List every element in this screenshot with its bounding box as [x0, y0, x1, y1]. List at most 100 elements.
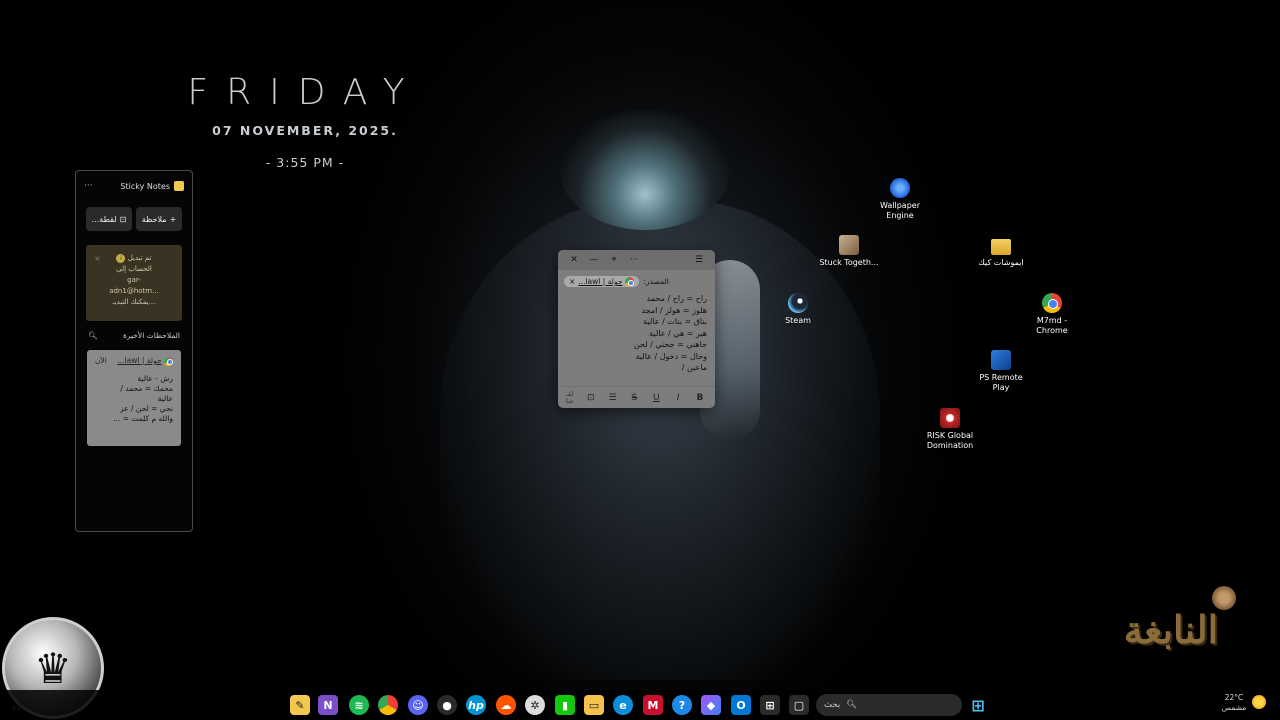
account-switch-alert: × i تم تبديل الحساب إلى gar- adn1@hotm..… [86, 245, 182, 321]
brand-mascot-icon [1212, 586, 1236, 610]
note-card-header: جولة | lawl... الآن [95, 356, 173, 366]
weather-desc: مشمس [1221, 703, 1247, 712]
onenote-icon[interactable]: N [318, 695, 338, 715]
note-text-area[interactable]: راح = راح / محمد هلوز = هولز / امجد بناق… [558, 289, 715, 374]
capture-button[interactable]: ⊡ لقطة... [86, 207, 132, 231]
note-line: والله م كلمت = ... [113, 414, 173, 423]
chrome-icon[interactable] [378, 695, 398, 715]
alert-line: تم تبديل [127, 254, 152, 262]
ps-remote-play-icon [991, 350, 1011, 370]
source-chip-text: جولة | lawl... [578, 277, 623, 286]
info-icon: i [116, 253, 126, 263]
desktop-icon-risk[interactable]: RISK Global Domination [920, 408, 980, 450]
desktop-icon-folder[interactable]: ايموشات كيك [971, 235, 1031, 268]
note-titlebar[interactable]: ✕ — ⌖ ··· ☰ [558, 250, 715, 270]
source-chip[interactable]: جولة | lawl... × [564, 276, 640, 287]
soundcloud-icon[interactable]: ☁ [496, 695, 516, 715]
discord-icon[interactable]: ☺ [408, 695, 428, 715]
note-line: محمك = محمد / [120, 384, 173, 393]
source-label: المصدر: [643, 277, 669, 286]
bold-icon[interactable]: B [693, 393, 707, 403]
pin-icon[interactable]: ⌖ [604, 255, 624, 265]
note-line: بناق = بنات / عالية [643, 317, 707, 326]
sticky-notes-taskbar-icon[interactable]: ✎ [290, 695, 310, 715]
xbox-bar-icon[interactable]: ▮ [555, 695, 575, 715]
desktop-icon-label: M7md - Chrome [1036, 316, 1068, 335]
note-card[interactable]: جولة | lawl... الآن رش - عالية محمك = مح… [87, 350, 181, 446]
plus-icon: + [169, 214, 177, 224]
note-source-row: المصدر: جولة | lawl... × [558, 270, 715, 289]
taskbar-search[interactable]: 🔍︎ بحث [816, 694, 962, 716]
desktop-icon-label: Steam [785, 316, 811, 325]
list-icon[interactable]: ☰ [606, 393, 620, 403]
stuck-together-icon [839, 235, 859, 255]
new-note-button[interactable]: + ملاحظة [136, 207, 182, 231]
recent-notes-header: 🔍︎ الملاحظات الأخيرة [76, 321, 192, 346]
capture-label: لقطة... [91, 214, 117, 224]
chrome-icon [625, 277, 635, 286]
close-icon[interactable]: ✕ [564, 255, 584, 265]
more-options-icon[interactable]: ··· [84, 181, 98, 191]
sticky-notes-panel: ··· Sticky Notes + ملاحظة ⊡ لقطة... × i … [75, 170, 193, 532]
note-line: هلوز = هولز / امجد [641, 305, 707, 315]
taskview-icon[interactable]: ▢ [789, 695, 809, 715]
italic-icon[interactable]: I [671, 393, 685, 403]
search-icon: 🔍︎ [846, 700, 857, 710]
note-line: ماعين / [681, 363, 707, 372]
clock-time: - 3:55 PM - [265, 155, 345, 170]
file-explorer-icon[interactable]: ▭ [584, 695, 604, 715]
desktop-icon-wallpaper-engine[interactable]: Wallpaper Engine [870, 178, 930, 220]
sticky-notes-title: Sticky Notes [120, 181, 170, 191]
strikethrough-icon[interactable]: S [627, 393, 641, 403]
folder-icon [991, 239, 1011, 255]
spotify-icon[interactable]: ≋ [349, 695, 369, 715]
toolbar-overflow-text: لقـ شا [566, 389, 574, 405]
note-line: وحال = دخول / عالية [635, 351, 707, 361]
more-options-icon[interactable]: ··· [624, 255, 644, 265]
sticky-notes-app-icon [174, 181, 184, 191]
format-toolbar: لقـ شا ⊡ ☰ S U I B [558, 386, 715, 408]
crown-icon: ♛ [34, 643, 72, 693]
store-icon[interactable]: ⊞ [760, 695, 780, 715]
alert-line: gar- [127, 276, 141, 284]
desktop-icon-label: PS Remote Play [979, 373, 1023, 392]
note-line: هير = هي / عالية [649, 328, 707, 338]
image-icon[interactable]: ⊡ [584, 393, 598, 403]
desktop-icon-stuck-together[interactable]: Stuck Togeth... [819, 235, 879, 268]
clock-day: FRIDAY [187, 72, 423, 113]
weather-temp: 22°C [1224, 693, 1244, 702]
hp-icon[interactable]: hp [466, 695, 486, 715]
alert-line[interactable]: يمكنك التبديـ... [92, 297, 176, 308]
desktop-icon-label: ايموشات كيك [978, 258, 1024, 267]
start-icon[interactable]: ⊞ [968, 695, 988, 715]
desktop-icon-ps-remote-play[interactable]: PS Remote Play [971, 350, 1031, 392]
desktop-icon-label: Wallpaper Engine [879, 201, 920, 220]
note-line: نحي = لحن / عز [120, 404, 173, 413]
clock-date: 07 NOVEMBER, 2025. [212, 123, 398, 138]
weather-widget[interactable]: 22°C مشمس [1216, 693, 1252, 713]
copilot-icon[interactable]: ◆ [701, 695, 721, 715]
help-icon[interactable]: ? [672, 695, 692, 715]
search-icon[interactable]: 🔍︎ [88, 331, 98, 340]
outlook-icon[interactable]: O [731, 695, 751, 715]
desktop-icon-chrome[interactable]: M7md - Chrome [1022, 293, 1082, 335]
sticky-notes-actions: + ملاحظة ⊡ لقطة... [76, 201, 192, 237]
edge-icon[interactable]: e [613, 695, 633, 715]
note-line: عالية [157, 394, 173, 403]
desktop-icon-steam[interactable]: Steam [768, 293, 828, 326]
desktop-icon-label: RISK Global Domination [926, 431, 974, 450]
remove-source-icon[interactable]: × [569, 277, 575, 286]
underline-icon[interactable]: U [649, 393, 663, 403]
sticky-note-window[interactable]: ✕ — ⌖ ··· ☰ المصدر: جولة | lawl... × راح… [558, 250, 715, 408]
wallpaper-engine-icon [890, 178, 910, 198]
minimize-icon[interactable]: — [584, 255, 604, 265]
wallpaper-crown [560, 110, 730, 230]
note-time: الآن [95, 356, 107, 365]
mcafee-icon[interactable]: M [643, 695, 663, 715]
steelseries-icon[interactable]: ✲ [525, 695, 545, 715]
github-icon[interactable]: ● [437, 695, 457, 715]
menu-icon[interactable]: ☰ [689, 255, 709, 265]
recent-notes-label: الملاحظات الأخيرة [122, 331, 180, 340]
close-icon[interactable]: × [94, 253, 101, 264]
steam-icon [788, 293, 808, 313]
